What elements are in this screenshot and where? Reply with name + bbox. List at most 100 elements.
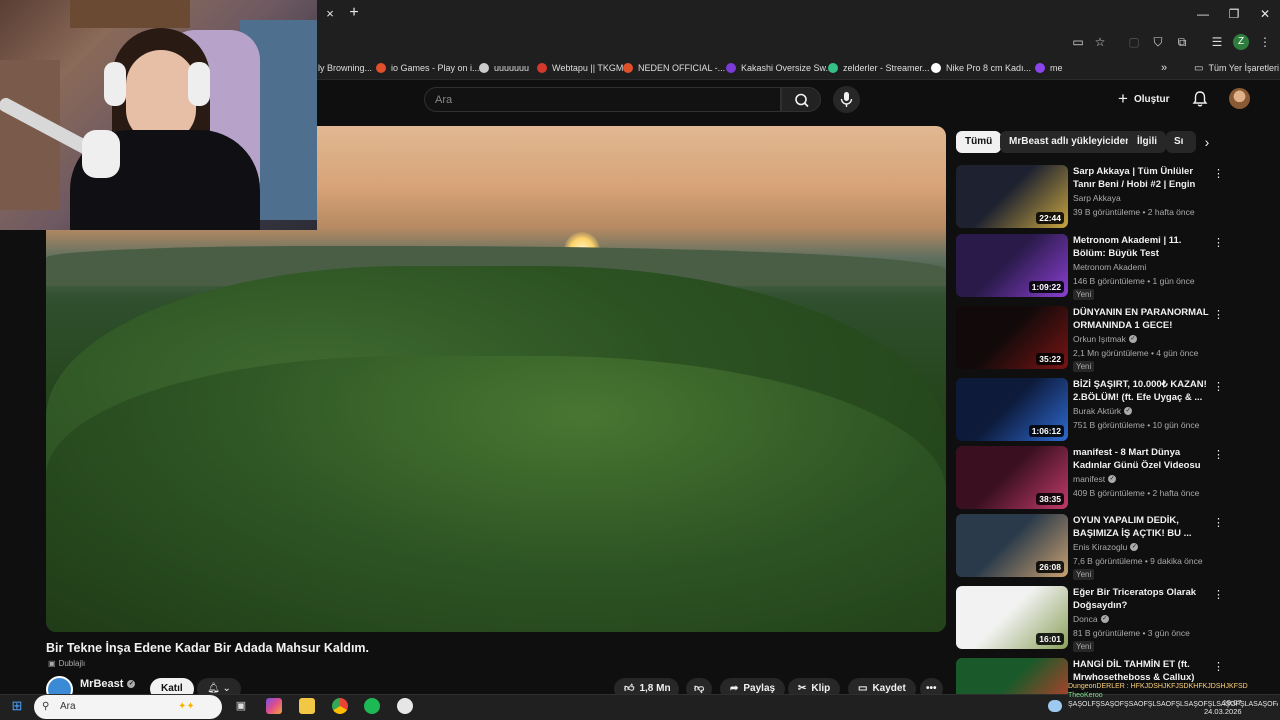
recommendation-channel[interactable]: Sarp Akkaya: [1073, 193, 1121, 203]
close-tab-icon[interactable]: ×: [322, 6, 338, 22]
recommendation-title[interactable]: DÜNYANIN EN PARANORMAL ORMANINDA 1 GECE!: [1073, 306, 1211, 332]
file-explorer-icon[interactable]: [299, 698, 315, 714]
minimize-icon[interactable]: —: [1193, 5, 1213, 23]
voice-search-button[interactable]: [833, 86, 860, 113]
video-thumbnail[interactable]: 22:44: [956, 165, 1068, 228]
all-bookmarks-folder[interactable]: ▭ Tüm Yer İşaretleri: [1194, 60, 1279, 76]
chrome-icon[interactable]: [332, 698, 348, 714]
chip-from-uploader[interactable]: MrBeast adlı yükleyiciden: [1000, 131, 1141, 153]
channel-label: Orkun Işıtmak: [1073, 334, 1126, 344]
recommendation-title[interactable]: manifest - 8 Mart Dünya Kadınlar Günü Öz…: [1073, 446, 1211, 472]
bookmark-star-icon[interactable]: ☆: [1092, 34, 1108, 50]
bookmark-item[interactable]: Kakashi Oversize Sw...: [726, 60, 833, 76]
folder-icon: ▭: [1194, 62, 1204, 74]
video-thumbnail[interactable]: 1:06:12: [956, 378, 1068, 441]
shield-icon[interactable]: ⛉: [1150, 34, 1166, 50]
bookmark-favicon: [726, 63, 736, 73]
search-button[interactable]: [781, 87, 821, 112]
browser-profile-avatar[interactable]: Z: [1233, 34, 1249, 50]
task-view-icon[interactable]: ▣: [233, 698, 249, 714]
bookmark-item[interactable]: io Games - Play on i...: [376, 60, 480, 76]
recommendation-title[interactable]: HANGİ DİL TAHMİN ET (ft. Mrwhosetheboss …: [1073, 658, 1211, 684]
recommendation-channel[interactable]: manifest ✓: [1073, 474, 1117, 484]
recommendation-item[interactable]: 1:06:12 BİZİ ŞAŞIRT, 10.000₺ KAZAN! 2.BÖL…: [956, 378, 1226, 442]
recommendation-meta: 81 B görüntüleme • 3 gün önce: [1073, 628, 1190, 638]
recommendation-channel[interactable]: Donca ✓: [1073, 614, 1109, 624]
video-frame-canopy: [46, 356, 946, 632]
weather-cloud-icon[interactable]: [1048, 700, 1062, 712]
recommendation-title[interactable]: BİZİ ŞAŞIRT, 10.000₺ KAZAN! 2.BÖLÜM! (ft…: [1073, 378, 1211, 404]
recommendation-channel[interactable]: Metronom Akademi: [1073, 262, 1146, 272]
bookmark-item[interactable]: NEDEN OFFICIAL -...: [623, 60, 725, 76]
create-button[interactable]: + Oluştur: [1118, 88, 1170, 110]
taskbar-search[interactable]: ⚲ Ara ✦✦: [34, 695, 222, 719]
taskbar-clock[interactable]: 19:07 24.03.2026: [1204, 698, 1242, 716]
recommendation-item[interactable]: 16:01 Eğer Bir Triceratops Olarak Doğsayd…: [956, 586, 1226, 652]
bookmark-favicon: [1035, 63, 1045, 73]
browser-menu-icon[interactable]: ⋮: [1257, 34, 1273, 50]
chip-more[interactable]: Sı: [1166, 131, 1196, 153]
recommendation-channel[interactable]: Orkun Işıtmak ✓: [1073, 334, 1137, 344]
taskbar-search-placeholder: Ara: [60, 701, 76, 712]
more-vertical-icon[interactable]: ⋮: [1213, 380, 1224, 394]
recommendation-item[interactable]: 35:22 DÜNYANIN EN PARANORMAL ORMANINDA 1 …: [956, 306, 1226, 372]
recommendation-item[interactable]: 26:08 OYUN YAPALIM DEDİK, BAŞIMIZA İŞ AÇT…: [956, 514, 1226, 580]
video-thumbnail[interactable]: 16:01: [956, 586, 1068, 649]
bookmark-item[interactable]: me: [1035, 60, 1063, 76]
close-window-icon[interactable]: ✕: [1255, 5, 1275, 23]
reading-list-icon[interactable]: ☰: [1209, 34, 1225, 50]
cast-icon[interactable]: ▭: [1070, 34, 1086, 50]
obs-icon[interactable]: [397, 698, 413, 714]
notifications-bell-icon[interactable]: [1191, 90, 1209, 108]
chip-related[interactable]: İlgili: [1128, 131, 1166, 153]
bookmark-item[interactable]: zelderler - Streamer...: [828, 60, 930, 76]
new-tab-icon[interactable]: +: [346, 5, 362, 21]
extension-disabled-icon[interactable]: ▢: [1126, 34, 1142, 50]
more-vertical-icon[interactable]: ⋮: [1213, 448, 1224, 462]
copilot-icon[interactable]: [266, 698, 282, 714]
recommendation-title[interactable]: OYUN YAPALIM DEDİK, BAŞIMIZA İŞ AÇTIK! B…: [1073, 514, 1211, 540]
recommendation-title[interactable]: Eğer Bir Triceratops Olarak Doğsaydın?: [1073, 586, 1211, 612]
recommendation-channel[interactable]: Enis Kirazoglu ✓: [1073, 542, 1139, 552]
bookmark-item[interactable]: uuuuuuu: [479, 60, 529, 76]
bookmark-item[interactable]: ly Browning...: [318, 60, 372, 76]
more-vertical-icon[interactable]: ⋮: [1213, 588, 1224, 602]
video-thumbnail[interactable]: 35:22: [956, 306, 1068, 369]
chip-all[interactable]: Tümü: [956, 131, 1002, 153]
extensions-puzzle-icon[interactable]: ⧉: [1174, 34, 1190, 50]
channel-name[interactable]: MrBeast ✓: [80, 678, 136, 690]
recommendation-item[interactable]: 38:35 manifest - 8 Mart Dünya Kadınlar Gü…: [956, 446, 1226, 510]
bookmark-item[interactable]: Webtapu || TKGM: [537, 60, 623, 76]
bookmarks-overflow-icon[interactable]: »: [1161, 60, 1167, 76]
verified-icon: ✓: [1128, 335, 1137, 343]
bookmark-favicon: [931, 63, 941, 73]
chevron-right-icon[interactable]: ›: [1198, 133, 1216, 151]
spotify-icon[interactable]: [364, 698, 380, 714]
windows-start-icon[interactable]: ⊞: [9, 698, 25, 714]
account-avatar[interactable]: [1229, 88, 1250, 109]
restore-icon[interactable]: ❐: [1224, 5, 1244, 23]
more-vertical-icon[interactable]: ⋮: [1213, 167, 1224, 181]
bookmark-label: Webtapu || TKGM: [552, 63, 624, 73]
more-vertical-icon[interactable]: ⋮: [1213, 516, 1224, 530]
video-thumbnail[interactable]: 26:08: [956, 514, 1068, 577]
search-input[interactable]: [435, 93, 765, 107]
bookmark-favicon: [623, 63, 633, 73]
video-thumbnail[interactable]: 1:09:22: [956, 234, 1068, 297]
recommendation-title[interactable]: Metronom Akademi | 11. Bölüm: Büyük Test: [1073, 234, 1211, 260]
video-duration: 35:22: [1036, 353, 1064, 365]
more-vertical-icon[interactable]: ⋮: [1213, 236, 1224, 250]
verified-icon: ✓: [127, 680, 136, 688]
new-badge: Yeni: [1073, 289, 1095, 300]
recommendation-title[interactable]: Sarp Akkaya | Tüm Ünlüler Tanır Beni / H…: [1073, 165, 1211, 191]
recommendation-item[interactable]: 22:44 Sarp Akkaya | Tüm Ünlüler Tanır Ben…: [956, 165, 1226, 229]
channel-name-label: MrBeast: [80, 678, 124, 690]
recommendation-channel[interactable]: Burak Aktürk ✓: [1073, 406, 1133, 416]
more-vertical-icon[interactable]: ⋮: [1213, 308, 1224, 322]
video-duration: 26:08: [1036, 561, 1064, 573]
bookmark-item[interactable]: Nike Pro 8 cm Kadı...: [931, 60, 1031, 76]
recommendation-item[interactable]: 1:09:22 Metronom Akademi | 11. Bölüm: Büy…: [956, 234, 1226, 300]
video-thumbnail[interactable]: 38:35: [956, 446, 1068, 509]
more-vertical-icon[interactable]: ⋮: [1213, 660, 1224, 674]
new-badge: Yeni: [1073, 569, 1095, 580]
